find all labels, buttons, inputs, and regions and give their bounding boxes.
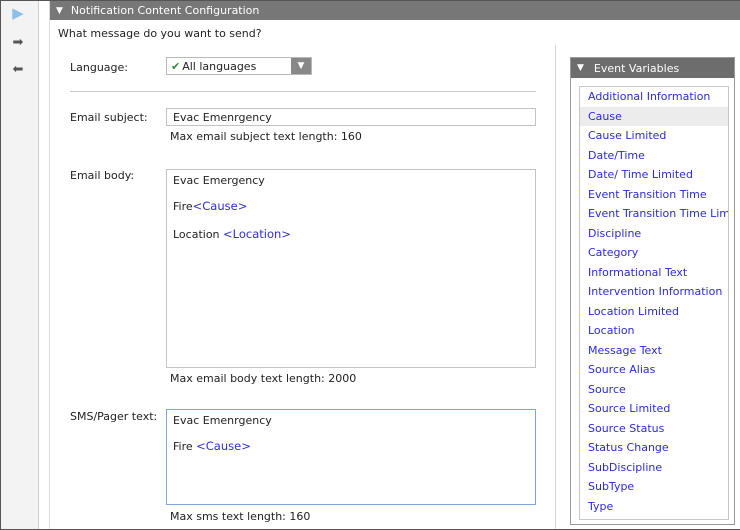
event-variable-item[interactable]: SubDiscipline bbox=[580, 458, 728, 478]
event-variable-item[interactable]: Source bbox=[580, 380, 728, 400]
collapse-caret-icon[interactable]: ▼ bbox=[577, 63, 584, 73]
email-body-hint: Max email body text length: 2000 bbox=[170, 372, 357, 385]
email-body-label: Email body: bbox=[70, 169, 135, 182]
event-variable-item[interactable]: Category bbox=[580, 243, 728, 263]
cause-variable-token: <Cause> bbox=[192, 199, 248, 213]
left-toolbar: ▶ ➡ ⬅ bbox=[1, 1, 39, 529]
email-body-line-1: Evac Emergency bbox=[173, 174, 265, 187]
event-variable-item[interactable]: Date/Time bbox=[580, 146, 728, 166]
event-variable-item[interactable]: Discipline bbox=[580, 224, 728, 244]
event-variable-item[interactable]: Date/ Time Limited bbox=[580, 165, 728, 185]
sms-line-1: Evac Emenrgency bbox=[173, 414, 272, 427]
event-variables-header[interactable]: ▼ Event Variables bbox=[571, 58, 734, 78]
event-variable-item[interactable]: Cause Limited bbox=[580, 126, 728, 146]
event-variable-item[interactable]: Event Transition Time bbox=[580, 185, 728, 205]
language-selected-value: All languages bbox=[182, 59, 257, 73]
email-subject-input[interactable]: Evac Emenrgency bbox=[166, 108, 536, 126]
panel-gutter bbox=[40, 1, 50, 529]
email-subject-hint: Max email subject text length: 160 bbox=[170, 130, 362, 143]
event-variable-item[interactable]: Status Change bbox=[580, 438, 728, 458]
language-label: Language: bbox=[70, 61, 128, 74]
language-dropdown[interactable]: ✔ All languages ▼ bbox=[166, 57, 312, 75]
location-variable-token: <Location> bbox=[223, 227, 291, 241]
event-variable-item[interactable]: Location Limited bbox=[580, 302, 728, 322]
arrow-left-icon[interactable]: ⬅ bbox=[10, 61, 26, 77]
event-variable-item[interactable]: Cause bbox=[580, 106, 728, 126]
sms-line-2-text: Fire bbox=[173, 440, 197, 453]
content-form: Language: ✔ All languages ▼ Email subjec… bbox=[56, 45, 556, 529]
event-variable-item[interactable]: Additional Information bbox=[580, 87, 728, 107]
email-body-line-2: Fire<Cause> bbox=[173, 199, 247, 213]
notification-content-panel: ▼ Notification Content Configuration Wha… bbox=[50, 1, 740, 529]
question-text: What message do you want to send? bbox=[58, 27, 262, 40]
event-variable-item[interactable]: Event Transition Time Limited bbox=[580, 204, 728, 224]
event-variables-panel: ▼ Event Variables Additional Information… bbox=[570, 57, 735, 525]
event-variable-item[interactable]: SubType bbox=[580, 477, 728, 497]
cause-variable-token: <Cause> bbox=[196, 439, 251, 453]
panel-title: Notification Content Configuration bbox=[70, 4, 260, 17]
event-variables-title: Event Variables bbox=[593, 61, 680, 75]
expand-triangle-icon[interactable]: ▶ bbox=[10, 4, 26, 22]
dropdown-arrow-icon[interactable]: ▼ bbox=[291, 58, 311, 74]
email-body-line-2-text: Fire bbox=[173, 200, 193, 213]
checkmark-icon: ✔ bbox=[171, 59, 181, 73]
sms-label: SMS/Pager text: bbox=[70, 410, 158, 423]
sms-line-2: Fire <Cause> bbox=[173, 439, 251, 453]
event-variable-item[interactable]: Type bbox=[580, 497, 728, 517]
event-variable-item[interactable]: Informational Text bbox=[580, 263, 728, 283]
divider bbox=[70, 91, 536, 92]
event-variable-item[interactable]: Message Text bbox=[580, 341, 728, 361]
email-subject-label: Email subject: bbox=[70, 111, 148, 124]
event-variable-item[interactable]: Location bbox=[580, 321, 728, 341]
collapse-caret-icon[interactable]: ▼ bbox=[56, 6, 63, 16]
event-variable-item[interactable]: Source Status bbox=[580, 419, 728, 439]
sms-textarea[interactable]: Evac Emenrgency Fire <Cause> bbox=[166, 409, 536, 505]
arrow-right-icon[interactable]: ➡ bbox=[10, 34, 26, 50]
email-body-line-3: Location <Location> bbox=[173, 227, 291, 241]
sms-hint: Max sms text length: 160 bbox=[170, 510, 311, 523]
event-variable-item[interactable]: Intervention Information bbox=[580, 282, 728, 302]
email-body-line-3-text: Location bbox=[173, 228, 224, 241]
event-variables-list[interactable]: Additional Information Cause Cause Limited… bbox=[579, 86, 729, 520]
event-variable-item[interactable]: Source Limited bbox=[580, 399, 728, 419]
event-variable-item[interactable]: Source Alias bbox=[580, 360, 728, 380]
email-body-textarea[interactable]: Evac Emergency Fire<Cause> Location <Loc… bbox=[166, 169, 536, 368]
panel-header[interactable]: ▼ Notification Content Configuration bbox=[50, 1, 740, 20]
